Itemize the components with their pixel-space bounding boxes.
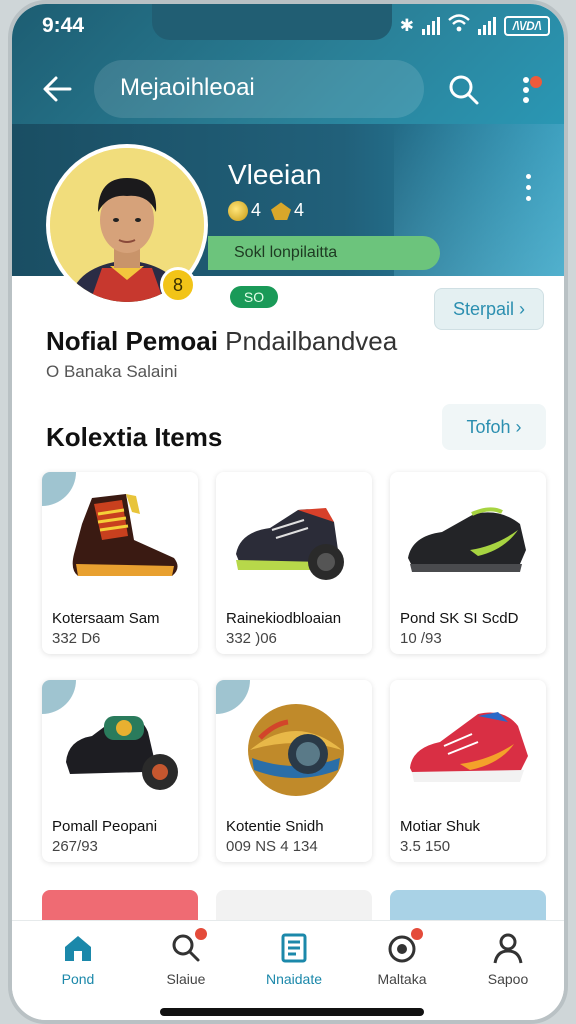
item-card[interactable]: Kotersaam Sam 332 D6 (42, 472, 198, 654)
coin-icon (228, 201, 248, 222)
status-time: 9:44 (42, 14, 85, 37)
item-card[interactable]: Kotentie Snidh 009 NS 4 134 (216, 680, 372, 862)
profile-icon (491, 931, 525, 965)
page-title-pill: Mejaoihleoai (94, 60, 424, 118)
notification-dot (195, 928, 207, 940)
helmet-icon (248, 704, 344, 796)
more-options-icon[interactable] (512, 70, 548, 110)
page-title: Mejaoihleoai (120, 74, 255, 101)
item-meta: 009 NS 4 134 (226, 838, 318, 855)
phone-screen: 9:44 ✱ /\\/D/\ Mejaoihleoai 8 Vleeian 4 … (8, 0, 568, 1024)
nav-label: Slaiue (166, 971, 206, 987)
item-meta: 267/93 (52, 838, 98, 855)
search-icon (169, 928, 207, 965)
item-name: Pomall Peopani (52, 818, 158, 835)
signal-icon (422, 16, 440, 35)
item-name: Rainekiodbloaian (226, 610, 342, 627)
search-chip-button[interactable]: Sterpail › (434, 288, 544, 330)
nav-item-collection[interactable]: Nnaidate (246, 931, 342, 987)
level-badge: 8 (160, 267, 196, 303)
status-progress-bar: Sokl lonpilaitta (208, 236, 440, 270)
sneaker-icon (236, 508, 344, 580)
gem-icon (271, 202, 292, 221)
nav-label: Sapoo (487, 971, 529, 987)
section-title: Kolextia Items (46, 422, 223, 452)
notch (152, 4, 392, 40)
sneaker-icon (408, 507, 526, 572)
item-name: Pond SK SI ScdD (400, 610, 519, 627)
nav-item-camera[interactable]: Maltaka (354, 928, 450, 987)
battery-icon: /\\/D/\ (504, 15, 550, 36)
home-icon (61, 931, 95, 965)
home-indicator[interactable] (160, 1008, 424, 1016)
nav-label: Nnaidate (265, 971, 323, 987)
user-full-name: Nofial Pemoai Pndailbandvea (46, 326, 398, 356)
coin-stat: 4 (228, 200, 261, 222)
bluetooth-icon: ✱ (399, 15, 414, 35)
status-bar: 9:44 ✱ /\\/D/\ (12, 4, 564, 48)
boot-icon (72, 494, 178, 576)
top-app-bar: Mejaoihleoai (24, 60, 560, 120)
back-arrow-icon[interactable] (40, 72, 76, 108)
profile-stats: 4 4 (228, 200, 304, 222)
nav-item-search[interactable]: Slaiue (138, 928, 234, 987)
nav-label: Pond (61, 971, 95, 987)
item-meta: 3.5 150 (400, 838, 451, 855)
item-meta: 332 )06 (226, 630, 277, 647)
item-meta: 10 /93 (400, 630, 442, 647)
item-name: Motiar Shuk (400, 818, 481, 835)
nav-item-profile[interactable]: Sapoo (460, 931, 556, 987)
collection-icon (277, 931, 311, 965)
wifi-icon (448, 14, 470, 37)
item-name: Kotentie Snidh (226, 818, 324, 835)
camera-icon (385, 928, 423, 965)
notification-dot (411, 928, 423, 940)
item-name: Kotersaam Sam (52, 610, 160, 627)
profile-name: Vleeian (228, 159, 322, 190)
user-location: O Banaka Salaini (46, 362, 178, 381)
gear-boot-icon (66, 716, 178, 790)
search-icon[interactable] (444, 70, 484, 110)
running-shoe-icon (410, 712, 528, 782)
item-card[interactable]: Pomall Peopani 267/93 (42, 680, 198, 862)
item-meta: 332 D6 (52, 630, 101, 647)
see-all-button[interactable]: Tofoh › (442, 404, 546, 450)
status-chip[interactable]: SO (230, 286, 278, 308)
signal-icon-2 (478, 16, 496, 35)
item-card[interactable]: Pond SK SI ScdD 10 /93 (390, 472, 546, 654)
item-card[interactable]: Motiar Shuk 3.5 150 (390, 680, 546, 862)
nav-label: Maltaka (377, 971, 427, 987)
item-card[interactable]: Rainekiodbloaian 332 )06 (216, 472, 372, 654)
nav-item-home[interactable]: Pond (30, 931, 126, 987)
profile-menu-icon[interactable] (522, 174, 534, 208)
gem-stat: 4 (271, 200, 304, 221)
